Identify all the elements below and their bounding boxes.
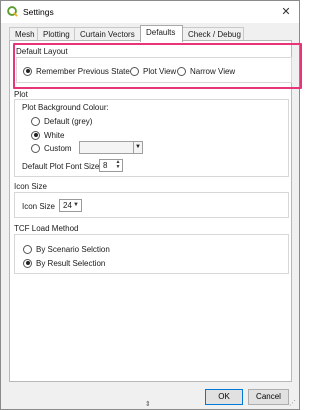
size-grip-icon[interactable]: ⋰ — [289, 399, 296, 407]
title-bar: Settings ✕ — [1, 1, 299, 23]
ok-button[interactable]: OK — [205, 389, 243, 405]
cancel-button[interactable]: Cancel — [248, 389, 289, 405]
radio-indicator — [23, 258, 32, 268]
plot-font-size-spinbox[interactable]: 8 ▲ ▼ — [99, 159, 123, 172]
close-icon[interactable]: ✕ — [279, 5, 293, 19]
default-layout-group: Remember Previous State Plot View Narrow… — [16, 57, 292, 83]
default-layout-title: Default Layout — [16, 47, 68, 56]
radio-remember-previous-state[interactable]: Remember Previous State — [23, 65, 130, 77]
resize-arrow-icon[interactable]: ⇕ — [145, 400, 151, 408]
radio-indicator — [130, 66, 139, 76]
radio-indicator — [23, 66, 32, 76]
qgis-app-icon — [7, 6, 18, 17]
chevron-down-icon[interactable]: ▼ — [134, 141, 143, 154]
icon-size-dropdown[interactable]: 24 ▼ — [59, 199, 82, 212]
tab-plotting[interactable]: Plotting — [37, 27, 75, 41]
radio-plot-view[interactable]: Plot View — [130, 65, 176, 77]
defaults-panel: Default Layout Remember Previous State P… — [9, 40, 302, 382]
tcf-load-method-group: By Scenario Selction By Result Selection — [14, 234, 289, 274]
tab-curtain-vectors[interactable]: Curtain Vectors — [74, 27, 141, 41]
tab-defaults[interactable]: Defaults — [140, 25, 183, 42]
radio-default-grey[interactable]: Default (grey) — [31, 115, 92, 127]
radio-indicator — [31, 116, 40, 126]
radio-indicator — [177, 66, 186, 76]
spin-arrows-icon[interactable]: ▲ ▼ — [115, 160, 121, 171]
icon-size-title: Icon Size — [14, 182, 47, 191]
radio-by-result-selection[interactable]: By Result Selection — [23, 257, 105, 269]
radio-custom[interactable]: Custom — [31, 142, 72, 154]
radio-by-scenario-selection[interactable]: By Scenario Selction — [23, 243, 110, 255]
window-title: Settings — [23, 7, 54, 17]
chevron-down-icon: ▼ — [73, 202, 79, 208]
custom-colour-button[interactable] — [79, 141, 134, 154]
plot-background-colour-label: Plot Background Colour: — [22, 103, 109, 112]
tab-mesh[interactable]: Mesh — [9, 27, 38, 41]
radio-indicator — [31, 130, 40, 140]
plot-title: Plot — [14, 90, 28, 99]
radio-narrow-view[interactable]: Narrow View — [177, 65, 235, 77]
radio-indicator — [23, 244, 32, 254]
radio-white[interactable]: White — [31, 129, 64, 141]
tab-check-debug[interactable]: Check / Debug — [182, 27, 244, 41]
settings-window: Settings ✕ Mesh Plotting Curtain Vectors… — [0, 0, 302, 410]
radio-indicator — [31, 143, 40, 153]
plot-group: Plot Background Colour: Default (grey) W… — [14, 99, 289, 177]
tcf-load-method-title: TCF Load Method — [14, 224, 79, 233]
icon-size-label: Icon Size — [22, 202, 55, 211]
icon-size-group: Icon Size 24 ▼ — [14, 192, 289, 218]
default-plot-font-size-label: Default Plot Font Size — [22, 162, 100, 171]
